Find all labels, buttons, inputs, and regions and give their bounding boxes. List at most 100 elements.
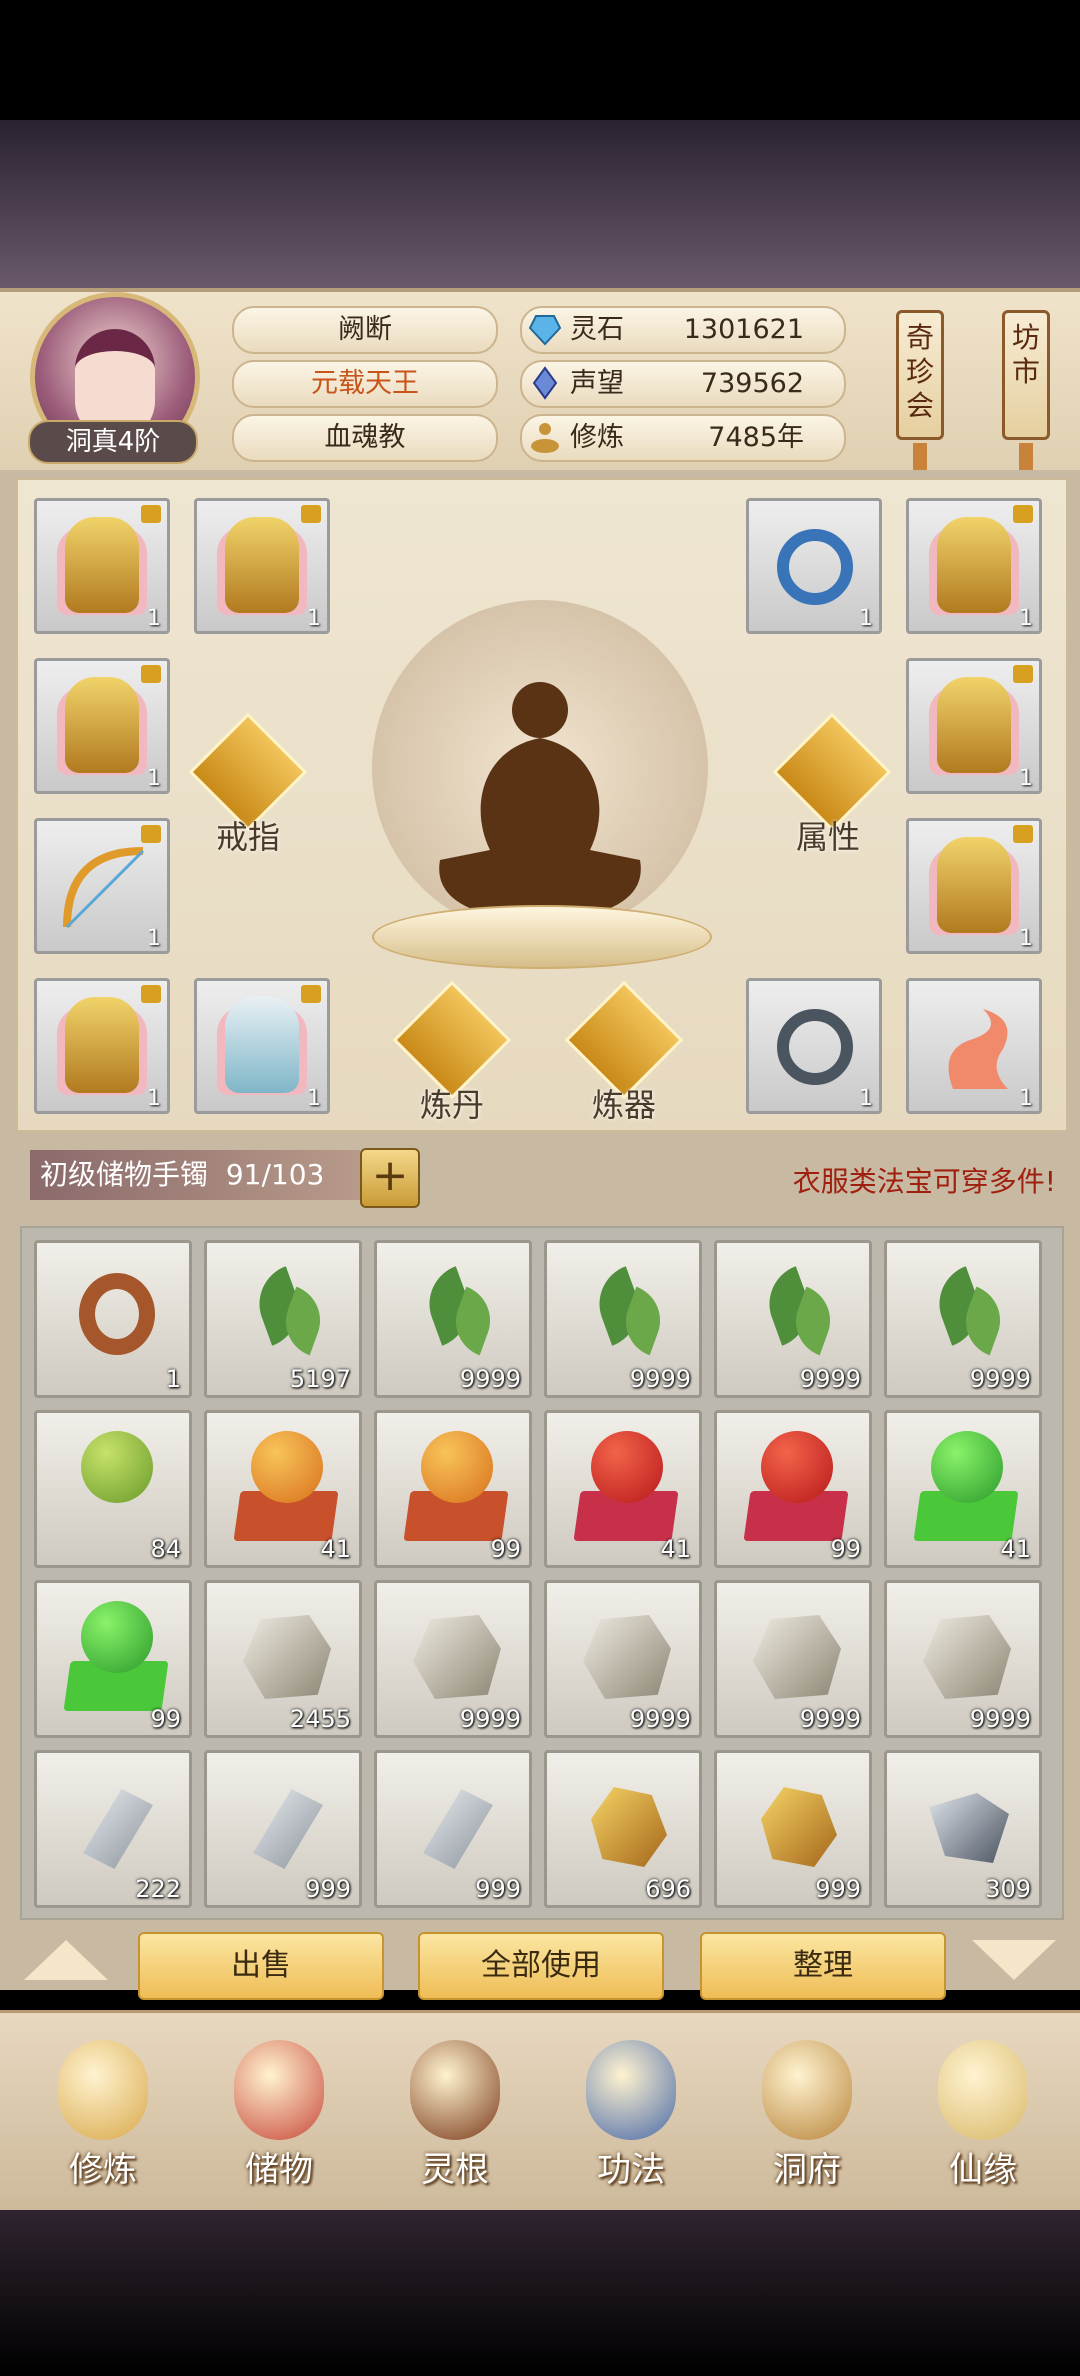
item-count: 696 bbox=[645, 1875, 691, 1903]
reputation-icon bbox=[532, 366, 558, 400]
item-count: 9999 bbox=[629, 1365, 691, 1393]
ring-action-label[interactable]: 戒指 bbox=[216, 812, 280, 858]
item-count: 999 bbox=[815, 1875, 861, 1903]
meditating-monk-icon bbox=[58, 2040, 148, 2140]
item-count: 9999 bbox=[969, 1705, 1031, 1733]
inventory-item[interactable]: 99 bbox=[34, 1580, 192, 1738]
armor-icon bbox=[65, 517, 139, 613]
item-count: 9999 bbox=[799, 1705, 861, 1733]
inventory-item[interactable]: 9999 bbox=[544, 1240, 702, 1398]
scroll-up-arrow-icon[interactable] bbox=[24, 1940, 108, 1980]
inventory-item[interactable]: 999 bbox=[714, 1750, 872, 1908]
armor-icon bbox=[225, 517, 299, 613]
item-count: 1 bbox=[147, 606, 161, 631]
inventory-item[interactable]: 41 bbox=[544, 1410, 702, 1568]
item-count: 9999 bbox=[969, 1365, 1031, 1393]
equip-slot[interactable]: 1 bbox=[34, 818, 170, 954]
item-count: 5197 bbox=[289, 1365, 351, 1393]
cultivation-label: 修炼 bbox=[570, 422, 624, 453]
item-count: 1 bbox=[1019, 926, 1033, 951]
equip-slot[interactable]: 1 bbox=[906, 658, 1042, 794]
equip-slot[interactable]: 1 bbox=[906, 818, 1042, 954]
inventory-item[interactable]: 9999 bbox=[714, 1580, 872, 1738]
nav-label: 储物 bbox=[245, 2150, 313, 2190]
dragon-icon bbox=[948, 1009, 1008, 1089]
equip-slot[interactable]: 1 bbox=[34, 978, 170, 1114]
nav-item[interactable]: 储物 bbox=[204, 2030, 354, 2200]
sort-button[interactable]: 整理 bbox=[700, 1932, 946, 2000]
inventory-item[interactable]: 99 bbox=[714, 1410, 872, 1568]
spirit-orb-icon bbox=[81, 1601, 153, 1673]
nav-item[interactable]: 修炼 bbox=[28, 2030, 178, 2200]
spirit-stone-icon bbox=[528, 315, 562, 346]
item-count: 9999 bbox=[629, 1705, 691, 1733]
inventory-item[interactable]: 41 bbox=[884, 1410, 1042, 1568]
equip-slot[interactable]: 1 bbox=[906, 498, 1042, 634]
skill-book-icon bbox=[586, 2040, 676, 2140]
nav-label: 仙缘 bbox=[949, 2150, 1017, 2190]
alchemy-action-label[interactable]: 炼丹 bbox=[420, 1080, 484, 1126]
inventory-item[interactable]: 9999 bbox=[714, 1240, 872, 1398]
cultivation-icon bbox=[531, 423, 559, 453]
inventory-item[interactable]: 84 bbox=[34, 1410, 192, 1568]
nav-label: 功法 bbox=[597, 2150, 665, 2190]
inventory-item[interactable]: 999 bbox=[204, 1750, 362, 1908]
cultivation-value: 7485年 bbox=[708, 422, 804, 453]
expand-bag-button[interactable]: + bbox=[360, 1148, 420, 1208]
scroll-down-arrow-icon[interactable] bbox=[972, 1940, 1056, 1980]
use-all-button[interactable]: 全部使用 bbox=[418, 1932, 664, 2000]
player-name: 阙断 bbox=[232, 306, 498, 354]
item-count: 41 bbox=[1000, 1535, 1031, 1563]
equip-slot[interactable]: 1 bbox=[746, 498, 882, 634]
spirit-orb-icon bbox=[81, 1431, 153, 1503]
inventory-item[interactable]: 1 bbox=[34, 1240, 192, 1398]
crystal-shard-icon bbox=[253, 1789, 323, 1869]
inventory-item[interactable]: 5197 bbox=[204, 1240, 362, 1398]
inventory-item[interactable]: 2455 bbox=[204, 1580, 362, 1738]
nav-label: 灵根 bbox=[421, 2150, 489, 2190]
spirit-orb-icon bbox=[591, 1431, 663, 1503]
inventory-item[interactable]: 696 bbox=[544, 1750, 702, 1908]
item-count: 99 bbox=[490, 1535, 521, 1563]
spirit-stone-label: 灵石 bbox=[570, 314, 624, 345]
attributes-action-label[interactable]: 属性 bbox=[796, 812, 860, 858]
item-count: 1 bbox=[147, 926, 161, 951]
gold-ore-icon bbox=[591, 1787, 667, 1867]
equip-slot[interactable]: 1 bbox=[906, 978, 1042, 1114]
equip-slot[interactable]: 1 bbox=[746, 978, 882, 1114]
inventory-item[interactable]: 999 bbox=[374, 1750, 532, 1908]
inventory-item[interactable]: 309 bbox=[884, 1750, 1042, 1908]
sell-button[interactable]: 出售 bbox=[138, 1932, 384, 2000]
inventory-item[interactable]: 9999 bbox=[544, 1580, 702, 1738]
silver-ring-icon bbox=[777, 1009, 853, 1085]
forging-action-label[interactable]: 炼器 bbox=[592, 1080, 656, 1126]
market-button[interactable]: 坊市 bbox=[1002, 310, 1050, 475]
ore-rock-icon bbox=[583, 1615, 671, 1699]
blue-ring-icon bbox=[777, 529, 853, 605]
inventory-item[interactable]: 222 bbox=[34, 1750, 192, 1908]
nav-item[interactable]: 灵根 bbox=[380, 2030, 530, 2200]
inventory-item[interactable]: 9999 bbox=[884, 1240, 1042, 1398]
spirit-orb-icon bbox=[761, 1431, 833, 1503]
item-count: 99 bbox=[150, 1705, 181, 1733]
player-sect: 血魂教 bbox=[232, 414, 498, 462]
equip-slot[interactable]: 1 bbox=[194, 978, 330, 1114]
nav-item[interactable]: 功法 bbox=[556, 2030, 706, 2200]
inventory-item[interactable]: 9999 bbox=[374, 1580, 532, 1738]
inventory-item[interactable]: 9999 bbox=[884, 1580, 1042, 1738]
item-count: 41 bbox=[660, 1535, 691, 1563]
treasure-shop-button[interactable]: 奇珍会 bbox=[896, 310, 944, 475]
nav-item[interactable]: 洞府 bbox=[732, 2030, 882, 2200]
item-count: 1 bbox=[307, 1086, 321, 1111]
equip-slot[interactable]: 1 bbox=[34, 498, 170, 634]
inventory-item[interactable]: 41 bbox=[204, 1410, 362, 1568]
inventory-item[interactable]: 9999 bbox=[374, 1240, 532, 1398]
equip-slot[interactable]: 1 bbox=[34, 658, 170, 794]
inventory-item[interactable]: 99 bbox=[374, 1410, 532, 1568]
armor-icon bbox=[937, 677, 1011, 773]
nav-item[interactable]: 仙缘 bbox=[908, 2030, 1058, 2200]
item-count: 309 bbox=[985, 1875, 1031, 1903]
bag-tip: 衣服类法宝可穿多件! bbox=[792, 1165, 1056, 1198]
equip-slot[interactable]: 1 bbox=[194, 498, 330, 634]
scene-background bbox=[0, 120, 1080, 290]
